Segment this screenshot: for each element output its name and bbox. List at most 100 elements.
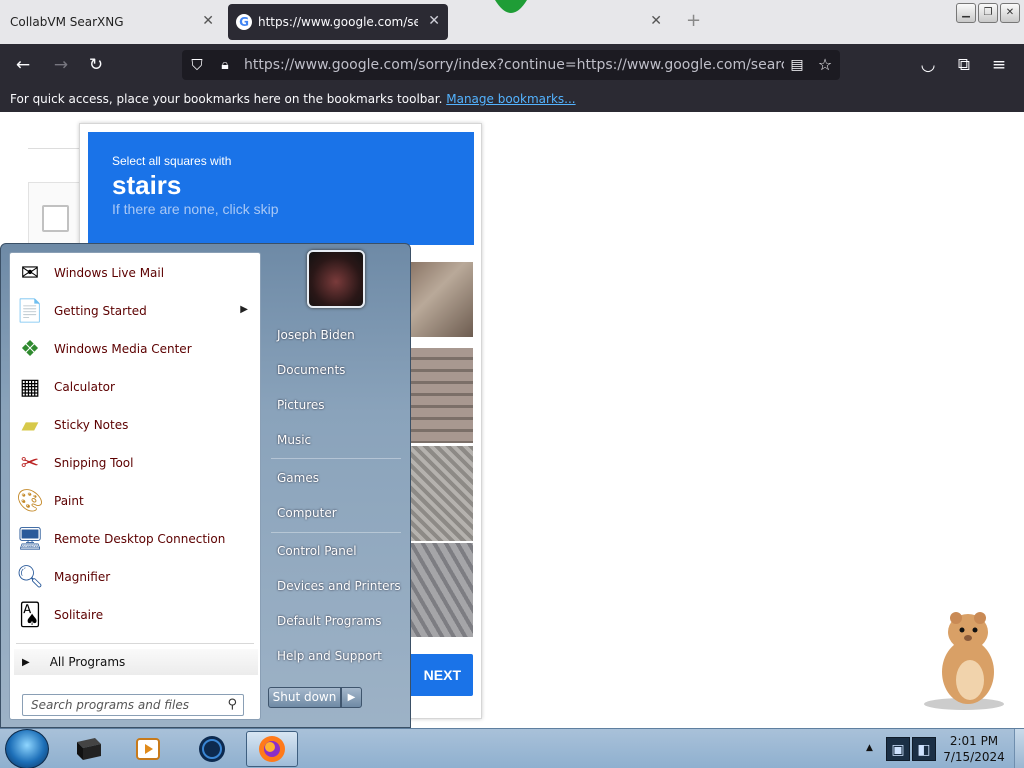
manage-bookmarks-link[interactable]: Manage bookmarks... <box>446 92 575 106</box>
taskbar-globe-icon[interactable] <box>186 731 238 767</box>
scissors-icon: ✂ <box>20 450 40 476</box>
program-label: Magnifier <box>54 570 111 584</box>
taskbar: ▲ ▣ ◧ 2:01 PM 7/15/2024 <box>0 728 1024 768</box>
mail-icon: ✉ <box>20 260 40 286</box>
tab-collabvm-searxng[interactable]: CollabVM SearXNG ✕ <box>0 4 222 40</box>
start-button[interactable] <box>5 729 49 768</box>
program-snipping-tool[interactable]: ✂ Snipping Tool <box>12 445 258 481</box>
close-window-icon[interactable]: ✕ <box>1000 3 1020 23</box>
globe-icon <box>199 736 225 762</box>
paint-palette-icon: 🎨︎ <box>16 488 44 514</box>
extensions-icon[interactable]: ⧉ <box>953 54 975 76</box>
firefox-icon <box>259 736 285 762</box>
tab-background[interactable]: ✕ <box>452 4 670 40</box>
new-tab-icon[interactable]: + <box>686 10 701 31</box>
show-hidden-icons-icon[interactable]: ▲ <box>866 743 873 753</box>
captcha-target-word: stairs <box>112 170 182 200</box>
url-bar[interactable]: ⛉ 🔒︎ https://www.google.com/sorry/index?… <box>182 50 840 80</box>
clock-date: 7/15/2024 <box>943 750 1005 764</box>
menu-games[interactable]: Games <box>263 463 403 493</box>
captcha-tile[interactable] <box>410 446 473 541</box>
taskbar-media-player-icon[interactable] <box>122 731 174 767</box>
start-search-input[interactable]: Search programs and files ⚲ <box>22 694 244 716</box>
tab-google-search[interactable]: G https://www.google.com/search ✕ <box>228 4 448 40</box>
search-icon[interactable]: ⚲ <box>227 697 237 712</box>
google-icon: G <box>236 14 252 30</box>
triangle-right-icon: ▶ <box>22 656 30 668</box>
black-box-icon <box>77 738 101 760</box>
cards-icon: 🂡 <box>18 602 42 628</box>
search-placeholder: Search programs and files <box>31 698 189 712</box>
program-windows-media-center[interactable]: ❖ Windows Media Center <box>12 331 258 367</box>
pocket-icon[interactable]: ◡ <box>917 54 939 76</box>
shield-icon[interactable]: ⛉ <box>186 54 208 76</box>
menu-pictures[interactable]: Pictures <box>263 390 403 420</box>
menu-help-and-support[interactable]: Help and Support <box>263 641 403 671</box>
close-icon[interactable]: ✕ <box>428 13 440 29</box>
program-label: Sticky Notes <box>54 418 129 432</box>
close-icon[interactable]: ✕ <box>650 13 662 29</box>
back-icon[interactable]: ← <box>12 54 34 76</box>
program-label: Paint <box>54 494 84 508</box>
divider <box>16 643 254 644</box>
hamster-icon <box>924 612 1004 710</box>
taskbar-firefox-icon[interactable] <box>246 731 298 767</box>
start-menu-programs: ✉ Windows Live Mail 📄 Getting Started ▶ … <box>9 252 261 720</box>
captcha-tile[interactable] <box>410 262 473 337</box>
menu-icon[interactable]: ≡ <box>988 54 1010 76</box>
magnifier-icon: 🔍︎ <box>16 564 44 590</box>
volume-icon[interactable]: ◧ <box>912 737 936 761</box>
close-icon[interactable]: ✕ <box>202 13 214 29</box>
bookmark-star-icon[interactable]: ☆ <box>814 54 836 76</box>
media-center-icon: ❖ <box>20 336 40 362</box>
recaptcha-checkbox[interactable] <box>42 205 69 232</box>
network-icon[interactable]: ▣ <box>886 737 910 761</box>
program-magnifier[interactable]: 🔍︎ Magnifier <box>12 559 258 595</box>
system-clock[interactable]: 2:01 PM 7/15/2024 <box>940 733 1008 765</box>
menu-control-panel[interactable]: Control Panel <box>263 536 403 566</box>
program-sticky-notes[interactable]: ▰ Sticky Notes <box>12 407 258 443</box>
menu-devices-and-printers[interactable]: Devices and Printers <box>263 571 403 601</box>
program-label: Remote Desktop Connection <box>54 532 226 546</box>
getting-started-icon: 📄 <box>16 298 44 324</box>
restore-icon[interactable]: ❐ <box>978 3 998 23</box>
tab-label: https://www.google.com/search <box>258 15 418 29</box>
menu-music[interactable]: Music <box>263 425 403 455</box>
captcha-tile[interactable] <box>410 543 473 637</box>
user-avatar[interactable] <box>307 250 365 308</box>
program-label: Calculator <box>54 380 115 394</box>
program-solitaire[interactable]: 🂡 Solitaire <box>12 597 258 633</box>
tab-label: CollabVM SearXNG <box>10 15 124 29</box>
lock-icon[interactable]: 🔒︎ <box>214 54 236 76</box>
program-remote-desktop-connection[interactable]: 🖥︎ Remote Desktop Connection <box>12 521 258 557</box>
remote-desktop-icon: 🖥︎ <box>16 526 44 552</box>
program-windows-live-mail[interactable]: ✉ Windows Live Mail <box>12 255 258 291</box>
forward-icon[interactable]: → <box>50 54 72 76</box>
taskbar-black-box-icon[interactable] <box>62 731 114 767</box>
reload-icon[interactable]: ↻ <box>85 54 107 76</box>
menu-documents[interactable]: Documents <box>263 355 403 385</box>
url-text[interactable]: https://www.google.com/sorry/index?conti… <box>244 57 784 73</box>
shutdown-options-icon[interactable]: ▶ <box>341 687 362 708</box>
program-calculator[interactable]: ▦ Calculator <box>12 369 258 405</box>
show-desktop-button[interactable] <box>1014 729 1024 768</box>
start-menu: ✉ Windows Live Mail 📄 Getting Started ▶ … <box>0 243 411 728</box>
divider <box>271 458 401 459</box>
all-programs-button[interactable]: ▶ All Programs <box>14 649 258 675</box>
navigation-toolbar: ← → ↻ ⛉ 🔒︎ https://www.google.com/sorry/… <box>0 44 1024 86</box>
minimize-icon[interactable]: ▁ <box>956 3 976 23</box>
browser-tab-bar: CollabVM SearXNG ✕ G https://www.google.… <box>0 0 1024 44</box>
menu-user-folder[interactable]: Joseph Biden <box>263 320 403 350</box>
program-label: Windows Media Center <box>54 342 192 356</box>
captcha-tile[interactable] <box>410 348 473 443</box>
shutdown-button[interactable]: Shut down <box>268 687 341 708</box>
menu-computer[interactable]: Computer <box>263 498 403 528</box>
captcha-instruction: Select all squares with <box>112 154 232 168</box>
program-getting-started[interactable]: 📄 Getting Started ▶ <box>12 293 258 329</box>
menu-default-programs[interactable]: Default Programs <box>263 606 403 636</box>
reader-view-icon[interactable]: ▤ <box>786 54 808 76</box>
program-paint[interactable]: 🎨︎ Paint <box>12 483 258 519</box>
program-label: Solitaire <box>54 608 104 622</box>
green-alien-icon <box>495 0 527 13</box>
calculator-icon: ▦ <box>19 374 41 400</box>
